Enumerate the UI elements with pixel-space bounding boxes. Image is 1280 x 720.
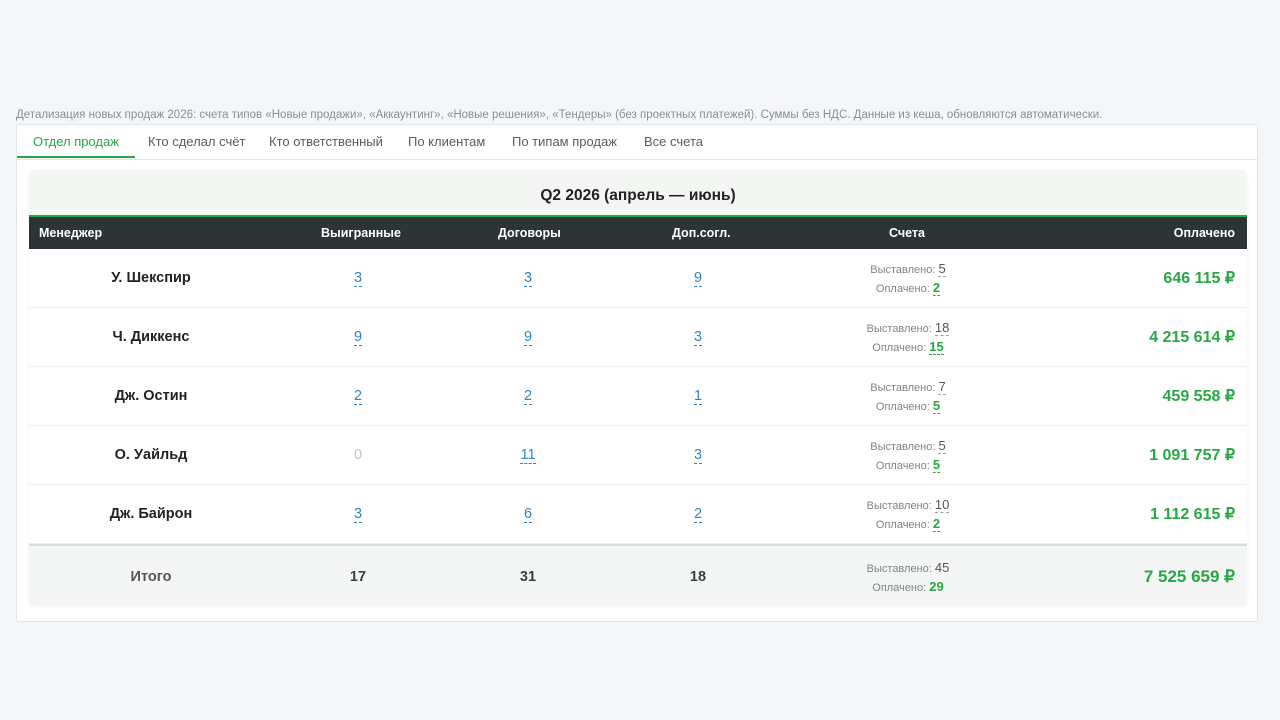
manager-name: Ч. Диккенс xyxy=(112,329,190,345)
manager-name: Дж. Остин xyxy=(114,388,188,404)
total-won: 17 xyxy=(349,569,367,585)
paid-count-link[interactable]: 15 xyxy=(929,339,944,355)
addendums-count-link[interactable]: 3 xyxy=(693,447,703,464)
contracts-count-link[interactable]: 3 xyxy=(523,270,533,287)
issued-label: Выставлено: xyxy=(866,500,932,512)
total-contracts: 31 xyxy=(519,569,537,585)
tab-bar: Отдел продаж Кто сделал счёт Кто ответст… xyxy=(17,125,1257,160)
col-contracts: Договоры xyxy=(498,226,561,240)
page-description: Детализация новых продаж 2026: счета тип… xyxy=(16,109,1103,121)
paid-count-link[interactable]: 5 xyxy=(932,457,941,473)
addendums-count-link[interactable]: 3 xyxy=(693,329,703,346)
won-count-zero: 0 xyxy=(353,447,363,463)
period-card: Q2 2026 (апрель — июнь) Менеджер Выигран… xyxy=(29,170,1247,605)
table-row: Дж. Байрон 3 6 2 Выставлено: 10 Оплачено… xyxy=(29,485,1247,544)
col-won: Выигранные xyxy=(321,226,401,240)
paid-sum: 1 112 615 ₽ xyxy=(1150,506,1235,523)
invoices-paid: Оплачено: 2 xyxy=(875,280,941,296)
manager-name: О. Уайльд xyxy=(114,447,188,463)
total-paid-sum: 7 525 659 ₽ xyxy=(1143,567,1235,586)
paid-sum: 4 215 614 ₽ xyxy=(1149,329,1235,346)
manager-name: У. Шекспир xyxy=(111,270,191,286)
won-count-link[interactable]: 9 xyxy=(353,329,363,346)
total-label: Итого xyxy=(130,569,172,585)
tab-by-sale-types[interactable]: По типам продаж xyxy=(496,125,633,158)
issued-count-link[interactable]: 18 xyxy=(934,320,950,336)
won-count-link[interactable]: 2 xyxy=(353,388,363,405)
issued-label: Выставлено: xyxy=(870,382,936,394)
paid-count-link[interactable]: 5 xyxy=(932,398,941,414)
invoices-issued: Выставлено: 18 xyxy=(866,320,950,336)
total-row: Итого 17 31 18 Выставлено: 45 Оплачено: … xyxy=(29,544,1247,605)
issued-label: Выставлено: xyxy=(870,441,936,453)
contracts-count-link[interactable]: 2 xyxy=(523,388,533,405)
table-row: О. Уайльд 0 11 3 Выставлено: 5 Оплачено:… xyxy=(29,426,1247,485)
issued-count-link[interactable]: 10 xyxy=(934,497,950,513)
contracts-count-link[interactable]: 9 xyxy=(523,329,533,346)
invoices-issued: Выставлено: 10 xyxy=(866,497,950,513)
paid-count-link[interactable]: 2 xyxy=(932,280,941,296)
tab-by-clients[interactable]: По клиентам xyxy=(392,125,501,158)
tab-responsible[interactable]: Кто ответственный xyxy=(253,125,399,158)
total-invoices-issued: Выставлено: 45 xyxy=(867,560,950,575)
period-title: Q2 2026 (апрель — июнь) xyxy=(29,170,1247,217)
invoices-issued: Выставлено: 5 xyxy=(870,261,946,277)
issued-count-link[interactable]: 5 xyxy=(938,438,946,454)
issued-label: Выставлено: xyxy=(866,323,932,335)
addendums-count-link[interactable]: 9 xyxy=(693,270,703,287)
issued-label: Выставлено: xyxy=(866,563,932,575)
col-addendums: Доп.согл. xyxy=(672,226,731,240)
addendums-count-link[interactable]: 2 xyxy=(693,506,703,523)
invoices-issued: Выставлено: 7 xyxy=(870,379,946,395)
paid-label: Оплачено: xyxy=(872,582,927,594)
total-invoices-paid: Оплачено: 29 xyxy=(872,579,943,594)
sales-panel: Отдел продаж Кто сделал счёт Кто ответст… xyxy=(16,124,1258,622)
addendums-count-link[interactable]: 1 xyxy=(693,388,703,405)
paid-sum: 459 558 ₽ xyxy=(1162,388,1235,405)
issued-count-link[interactable]: 5 xyxy=(938,261,946,277)
invoices-paid: Оплачено: 5 xyxy=(875,398,941,414)
paid-label: Оплачено: xyxy=(875,519,930,531)
paid-label: Оплачено: xyxy=(875,401,930,413)
invoices-issued: Выставлено: 5 xyxy=(870,438,946,454)
total-issued-count: 45 xyxy=(934,560,950,575)
total-paid-count: 29 xyxy=(929,579,944,594)
contracts-count-link[interactable]: 11 xyxy=(520,447,536,464)
issued-label: Выставлено: xyxy=(870,264,936,276)
paid-sum: 646 115 ₽ xyxy=(1163,270,1235,287)
table-row: Дж. Остин 2 2 1 Выставлено: 7 Оплачено: … xyxy=(29,367,1247,426)
col-invoices: Счета xyxy=(889,226,925,240)
table-row: Ч. Диккенс 9 9 3 Выставлено: 18 Оплачено… xyxy=(29,308,1247,367)
contracts-count-link[interactable]: 6 xyxy=(523,506,533,523)
invoices-paid: Оплачено: 5 xyxy=(875,457,941,473)
tab-all-invoices[interactable]: Все счета xyxy=(628,125,719,158)
paid-sum: 1 091 757 ₽ xyxy=(1149,447,1235,464)
total-addendums: 18 xyxy=(689,569,707,585)
paid-label: Оплачено: xyxy=(875,460,930,472)
won-count-link[interactable]: 3 xyxy=(353,270,363,287)
invoices-paid: Оплачено: 15 xyxy=(872,339,944,355)
invoices-paid: Оплачено: 2 xyxy=(875,516,941,532)
paid-count-link[interactable]: 2 xyxy=(932,516,941,532)
paid-label: Оплачено: xyxy=(872,342,927,354)
col-paid: Оплачено xyxy=(1173,226,1235,240)
col-manager: Менеджер xyxy=(39,226,103,240)
won-count-link[interactable]: 3 xyxy=(353,506,363,523)
issued-count-link[interactable]: 7 xyxy=(938,379,946,395)
table-header: Менеджер Выигранные Договоры Доп.согл. С… xyxy=(29,217,1247,249)
tab-sales-department[interactable]: Отдел продаж xyxy=(17,125,135,158)
table-row: У. Шекспир 3 3 9 Выставлено: 5 Оплачено:… xyxy=(29,249,1247,308)
paid-label: Оплачено: xyxy=(875,283,930,295)
manager-name: Дж. Байрон xyxy=(109,506,193,522)
tab-invoice-author[interactable]: Кто сделал счёт xyxy=(132,125,261,158)
